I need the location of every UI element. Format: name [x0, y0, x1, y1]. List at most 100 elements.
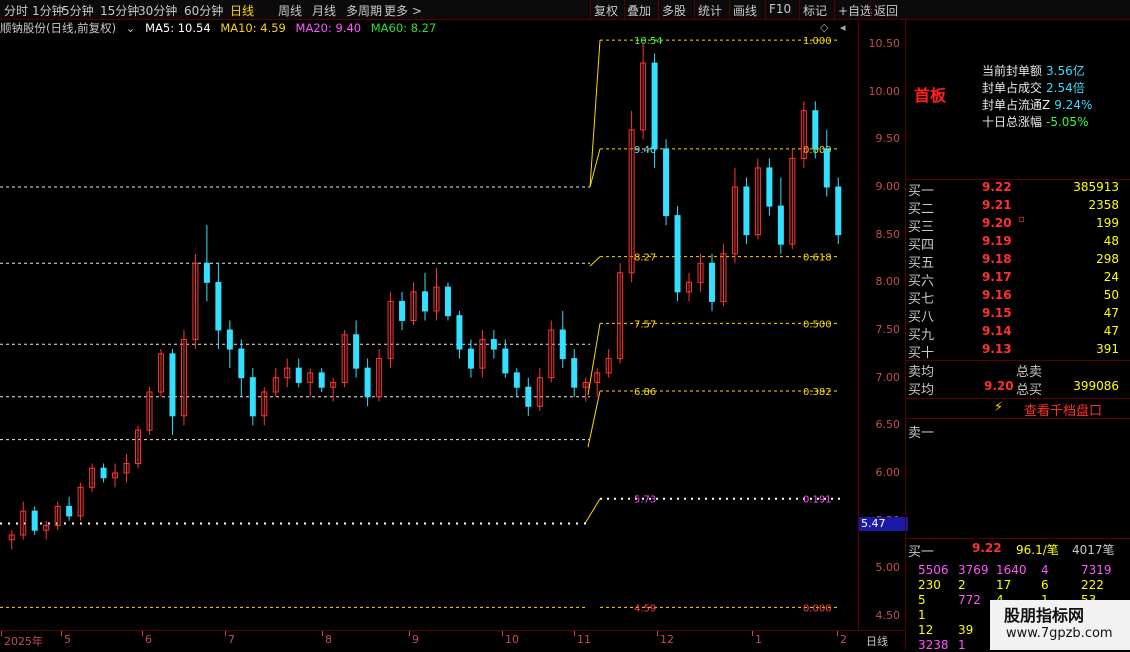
toolbar-button[interactable]: +自选: [838, 2, 872, 19]
sell-avg-label: 卖均: [908, 365, 935, 380]
bid-row[interactable]: 买六 9.17 24: [906, 270, 1121, 289]
period-tab[interactable]: 日线: [230, 2, 254, 19]
bid-row[interactable]: 买四 9.19 48: [906, 234, 1121, 253]
expand-arrow-icon[interactable]: ◂: [840, 21, 846, 34]
queue-cell: 4: [1041, 563, 1049, 577]
bid-row[interactable]: 买十 9.13 391: [906, 342, 1121, 361]
fib-price-label: 6.86: [634, 387, 656, 398]
queue-cell: 2: [958, 578, 966, 592]
fib-price-label: 8.27: [634, 253, 656, 264]
fib-ratio-label: 0.382: [803, 387, 832, 398]
bid-price: 9.22: [982, 180, 1012, 194]
toolbar-button[interactable]: 返回: [874, 2, 898, 19]
price-tick: 9.00: [875, 180, 901, 193]
date-label: 2025年: [4, 635, 43, 648]
bid-row[interactable]: 买九 9.14 47: [906, 324, 1121, 343]
fib-ratio-label: 0.000: [803, 603, 832, 614]
bid-row[interactable]: 买一 9.22 385913: [906, 180, 1121, 199]
candle-body: [444, 286, 451, 317]
toolbar-button[interactable]: 叠加: [627, 2, 651, 19]
chart-info-line: 顺钠股份(日线,前复权) ⌄ MA5: 10.54 MA10: 4.59 MA2…: [0, 20, 442, 36]
price-tick: 10.50: [868, 37, 901, 50]
date-tick: [142, 631, 143, 636]
period-tab[interactable]: 30分钟: [138, 2, 177, 19]
limit-info-row: 当前封单额 3.56亿: [982, 62, 1085, 79]
date-label: 11: [577, 633, 591, 646]
bid-volume: 385913: [1073, 180, 1119, 194]
limit-info-row: 封单占流通Z 9.24%: [982, 96, 1092, 113]
ma20-value: MA20: 9.40: [295, 21, 362, 35]
fib-ratio-label: 0.618: [803, 253, 832, 264]
bid-row[interactable]: 买二 9.21 2358: [906, 198, 1121, 217]
toolbar-divider: [870, 0, 871, 19]
candle-body: [571, 358, 578, 388]
period-tab[interactable]: 1分钟: [32, 2, 64, 19]
period-tab[interactable]: 15分钟: [100, 2, 139, 19]
bid-price: 9.15: [982, 306, 1012, 320]
limit-info-label: 封单占成交: [982, 81, 1043, 95]
period-tab[interactable]: 多周期: [346, 2, 382, 19]
ma60-value: MA60: 8.27: [370, 21, 437, 35]
candle-body: [467, 348, 474, 369]
candlestick-chart[interactable]: 10.54 1.0009.40 0.8098.27 0.6187.57 0.5006.8…: [0, 37, 858, 630]
queue-cell: 12: [918, 623, 934, 637]
period-label[interactable]: 日线: [866, 633, 888, 649]
diamond-icon[interactable]: ◇: [820, 21, 828, 34]
bid-row[interactable]: 买七 9.16 50: [906, 288, 1121, 307]
candle-body: [823, 148, 830, 188]
bid-price: 9.19: [982, 234, 1012, 248]
toolbar-button[interactable]: 多股: [662, 2, 686, 19]
toolbar-divider: [624, 0, 625, 19]
toolbar-button[interactable]: 统计: [698, 2, 722, 19]
period-tab[interactable]: 月线: [312, 2, 336, 19]
bid-volume: 48: [1103, 234, 1119, 248]
stock-title[interactable]: 顺钠股份(日线,前复权): [0, 21, 116, 35]
candle-body: [215, 281, 222, 331]
bid-row[interactable]: 买三 9.20 199 ▫: [906, 214, 1121, 235]
candle-body: [513, 372, 520, 388]
toolbar-button[interactable]: 标记: [803, 2, 827, 19]
bid-label: 买十: [908, 346, 935, 361]
bid-label: 买六: [908, 274, 935, 289]
toolbar-button[interactable]: 复权: [594, 2, 618, 19]
date-tick: [574, 631, 575, 636]
period-tab[interactable]: 周线: [278, 2, 302, 19]
price-tick: 8.00: [875, 275, 901, 289]
queue-cell: 6: [1041, 578, 1049, 592]
date-label: 7: [228, 633, 235, 646]
candle-body: [743, 186, 750, 236]
bid-row[interactable]: 买八 9.15 47: [906, 306, 1121, 325]
toolbar-divider: [834, 0, 835, 19]
ma10-value: MA10: 4.59: [220, 21, 286, 35]
fib-connector: [584, 498, 601, 524]
bid-volume: 47: [1103, 306, 1119, 320]
limit-info-label: 当前封单额: [982, 64, 1043, 78]
date-label: 12: [660, 633, 674, 646]
bid-price: 9.20: [982, 216, 1012, 230]
bid-volume: 24: [1103, 270, 1119, 284]
bid-price: 9.13: [982, 342, 1012, 356]
toolbar-button[interactable]: 画线: [733, 2, 757, 19]
collapse-icon[interactable]: ⌄: [126, 21, 136, 35]
period-tab[interactable]: 分时: [4, 2, 28, 19]
bid-price: 9.18: [982, 252, 1012, 266]
ask1-label: 卖一: [908, 426, 935, 441]
queue-cell: 5506: [918, 563, 949, 577]
date-tick: [322, 631, 323, 636]
order-marker-icon: ▫: [1018, 214, 1025, 225]
date-label: 10: [505, 633, 519, 646]
view-depth-button[interactable]: 查看千档盘口: [1024, 400, 1102, 419]
period-tab[interactable]: 60分钟: [184, 2, 223, 19]
period-tab[interactable]: 5分钟: [62, 2, 94, 19]
candle-body: [766, 167, 773, 207]
limit-info-label: 封单占流通Z: [982, 98, 1051, 112]
limit-info-value: -5.05%: [1046, 115, 1089, 129]
site-watermark: 股朋指标网 www.7gpzb.com: [990, 600, 1130, 650]
period-tab[interactable]: 更多 >: [384, 2, 422, 19]
bid-row[interactable]: 买五 9.18 298: [906, 252, 1121, 271]
price-tick: 8.50: [875, 227, 901, 241]
watermark-url: www.7gpzb.com: [1006, 626, 1113, 641]
price-tick: 6.50: [875, 418, 901, 432]
toolbar-button[interactable]: F10: [769, 2, 791, 16]
candle-body: [456, 315, 463, 350]
